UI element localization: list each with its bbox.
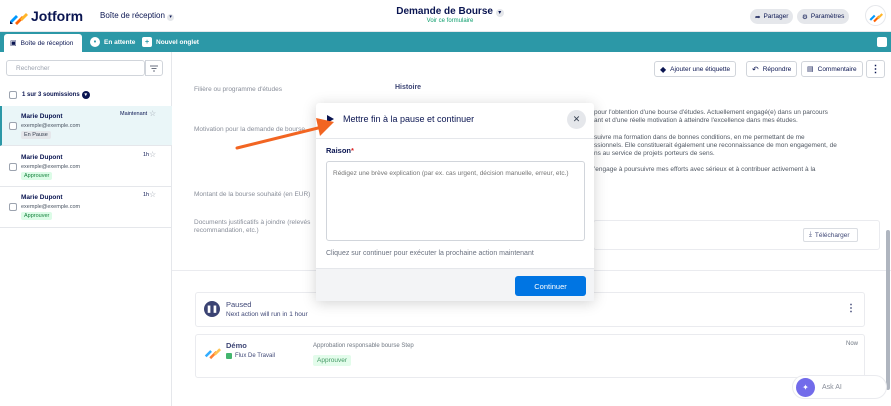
chevron-down-icon: ▾ [167, 14, 175, 21]
tag-icon: ◆ [660, 64, 667, 74]
tab-new[interactable]: + Nouvel onglet [142, 34, 199, 50]
chevron-down-icon: ▾ [81, 91, 90, 99]
submitter-email: exemple@exemple.com [21, 123, 81, 129]
submission-count-label: 1 sur 3 soumissions [22, 92, 80, 98]
submitter-email: exemple@exemple.com [21, 204, 81, 210]
clock-icon: • [90, 37, 100, 47]
plus-icon: + [142, 37, 152, 47]
comment-icon: ▤ [807, 66, 814, 73]
filter-icon [150, 65, 158, 71]
required-mark: * [351, 146, 354, 155]
layout-toggle-icon[interactable] [877, 37, 887, 47]
arrow-icon [235, 118, 334, 150]
submitter-email: exemple@exemple.com [21, 164, 81, 170]
view-form-link[interactable]: Voir ce formulaire [380, 18, 520, 24]
modal-hint: Cliquez sur continuer pour exécuter la p… [326, 250, 534, 257]
comment-button[interactable]: ▤ Commentaire [801, 61, 863, 77]
jotform-logo-icon[interactable] [8, 7, 28, 25]
inbox-selector[interactable]: Boîte de réception ▾ [100, 11, 175, 21]
comment-label: Commentaire [817, 65, 857, 73]
row-checkbox[interactable] [9, 163, 17, 171]
settings-button[interactable]: ⚙ Paramètres [797, 9, 850, 24]
inbox-selector-label: Boîte de réception [100, 11, 165, 20]
search-placeholder: Rechercher [16, 64, 50, 72]
divider [316, 138, 594, 139]
modal-title: Mettre fin à la pause et continuer [343, 114, 475, 124]
submission-count[interactable]: 1 sur 3 soumissions ▾ [22, 91, 90, 99]
share-icon: ➦ [755, 13, 761, 21]
chevron-down-icon: ▾ [495, 9, 504, 17]
submitter-name: Marie Dupont [21, 194, 63, 201]
form-title-text: Demande de Bourse [396, 6, 493, 17]
search-input[interactable]: Rechercher [6, 60, 145, 76]
submitter-name: Marie Dupont [21, 154, 63, 161]
add-tag-button[interactable]: ◆ Ajouter une étiquette [654, 61, 737, 77]
submitter-name: Marie Dupont [21, 113, 63, 120]
reply-icon: ↶ [752, 64, 759, 74]
tab-new-label: Nouvel onglet [156, 38, 199, 46]
avatar[interactable] [865, 5, 886, 26]
tab-waiting-label: En attente [104, 38, 136, 46]
avatar-logo-icon [869, 13, 883, 23]
tab-inbox-label: Boîte de réception [20, 39, 74, 47]
gear-icon: ⚙ [802, 13, 808, 21]
row-checkbox[interactable] [9, 203, 17, 211]
form-title[interactable]: Demande de Bourse ▾ [380, 6, 520, 17]
tab-inbox[interactable]: ▣ Boîte de réception [4, 34, 82, 52]
status-badge: Approuver [21, 172, 53, 180]
reason-textarea[interactable] [326, 161, 585, 241]
share-label: Partager [763, 13, 789, 20]
reply-label: Répondre [762, 65, 792, 73]
filter-button[interactable] [145, 60, 163, 76]
inbox-icon: ▣ [10, 40, 17, 47]
row-checkbox[interactable] [9, 122, 17, 130]
status-badge: En Pause [21, 131, 51, 139]
logo-text[interactable]: Jotform [31, 8, 83, 24]
status-badge: Approuver [21, 212, 53, 220]
continue-button[interactable]: Continuer [515, 276, 586, 296]
add-tag-label: Ajouter une étiquette [670, 65, 731, 73]
reply-button[interactable]: ↶ Répondre [746, 61, 798, 77]
submission-time: Maintenant [120, 111, 148, 117]
settings-label: Paramètres [810, 13, 845, 20]
share-button[interactable]: ➦ Partager [750, 9, 794, 24]
select-all-checkbox[interactable] [9, 91, 17, 99]
star-icon[interactable]: ☆ [149, 109, 156, 118]
tab-waiting[interactable]: • En attente [90, 34, 135, 50]
star-icon[interactable]: ☆ [149, 150, 156, 159]
close-icon[interactable]: ✕ [567, 110, 586, 129]
more-options-icon[interactable]: ⋮ [866, 60, 885, 78]
star-icon[interactable]: ☆ [149, 190, 156, 199]
